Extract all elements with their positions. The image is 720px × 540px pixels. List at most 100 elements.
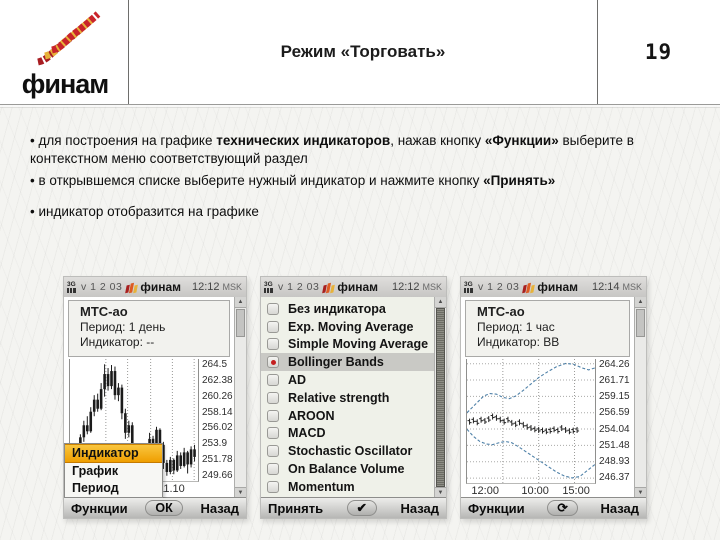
softkey-bar: Функции ⟳ Назад: [461, 497, 646, 518]
list-item[interactable]: Без индикатора: [261, 300, 435, 318]
softkey-back[interactable]: Назад: [200, 501, 239, 516]
list-item[interactable]: Stochastic Oscillator: [261, 442, 435, 460]
softkey-functions[interactable]: Функции: [71, 501, 128, 516]
radio-icon[interactable]: [267, 356, 279, 369]
clock: 12:12: [191, 281, 220, 293]
list-item-label: Exp. Moving Average: [288, 319, 414, 334]
scrollbar[interactable]: ▲ ▼: [234, 297, 246, 498]
softkey-back[interactable]: Назад: [400, 501, 439, 516]
list-item-label: Bollinger Bands: [288, 355, 384, 370]
functions-popup-menu: Индикатор График Период: [64, 443, 163, 498]
menu-item[interactable]: Индикатор: [65, 444, 162, 463]
y-axis-labels: 264.26 261.71 259.15 256.59 254.04 251.48 248.…: [596, 359, 630, 483]
scrollbar[interactable]: ▲ ▼: [434, 297, 446, 498]
list-item[interactable]: Momentum: [261, 478, 435, 496]
y-axis-label: 256.02: [202, 422, 233, 434]
status-bar: 3G v 1 2 03 финам 12:14 MSK: [461, 277, 646, 298]
brand-label: финам: [537, 280, 579, 294]
softkey-refresh-icon[interactable]: ⟳: [547, 500, 578, 516]
list-item-label: Simple Moving Average: [288, 337, 429, 352]
y-axis-label: 249.66: [202, 470, 233, 481]
bullet-list: • для построения на графике технических …: [30, 132, 692, 220]
radio-icon[interactable]: [267, 409, 279, 422]
list-item[interactable]: Relative strength: [261, 389, 435, 407]
chart-plot: [466, 359, 596, 484]
timezone-label: MSK: [222, 282, 242, 292]
instrument-info-panel: МТС-ао Период: 1 час Индикатор: BB: [465, 300, 630, 357]
y-axis-labels: 264.5 262.38 260.26 258.14 256.02 253.9 251.78…: [199, 359, 233, 481]
y-axis-label: 254.04: [599, 423, 630, 435]
list-item[interactable]: On Balance Volume: [261, 460, 435, 478]
radio-icon[interactable]: [267, 391, 279, 404]
timezone-label: MSK: [422, 282, 442, 292]
network-3g-icon: 3G: [67, 281, 78, 293]
radio-icon[interactable]: [267, 445, 279, 458]
scroll-up-icon[interactable]: ▲: [435, 297, 446, 308]
brand-label: финам: [140, 280, 182, 294]
radio-icon[interactable]: [267, 302, 279, 315]
app-version: v 1 2 03: [478, 281, 520, 293]
radio-icon[interactable]: [267, 427, 279, 440]
list-item[interactable]: Simple Moving Average: [261, 336, 435, 354]
bullet-item: • индикатор отобразится на графике: [30, 203, 259, 219]
scrollbar-thumb[interactable]: [636, 309, 645, 337]
clock: 12:14: [591, 281, 620, 293]
softkey-back[interactable]: Назад: [600, 501, 639, 516]
list-item[interactable]: Bollinger Bands: [261, 353, 435, 372]
y-axis-label: 256.59: [599, 407, 630, 419]
scroll-up-icon[interactable]: ▲: [235, 297, 246, 308]
menu-item[interactable]: График: [65, 463, 162, 480]
radio-icon[interactable]: [267, 480, 279, 493]
list-item[interactable]: AD: [261, 371, 435, 389]
x-axis-label: 10:00: [521, 485, 549, 497]
bullet-item: • для построения на графике технических …: [30, 133, 634, 166]
radio-icon[interactable]: [267, 338, 279, 351]
scrollbar-thumb[interactable]: [236, 309, 245, 337]
y-axis-label: 264.5: [202, 359, 228, 370]
y-axis-label: 264.26: [599, 359, 630, 370]
menu-item[interactable]: Период: [65, 480, 162, 497]
finam-mini-logo-icon: [522, 281, 536, 294]
list-item-label: Без индикатора: [288, 301, 386, 316]
softkey-bar: Принять ✔ Назад: [261, 497, 446, 518]
finam-mini-logo-icon: [125, 281, 139, 294]
slide: финам Режим «Торговать» 19 • для построе…: [0, 0, 720, 540]
phone-screenshot-bollinger-chart: 3G v 1 2 03 финам 12:14 MSK МТС-ао Перио…: [460, 276, 647, 519]
radio-icon[interactable]: [267, 320, 279, 333]
list-item-label: On Balance Volume: [288, 462, 405, 477]
page-number: 19: [644, 40, 673, 64]
softkey-functions[interactable]: Функции: [468, 501, 525, 516]
y-axis-label: 251.48: [599, 439, 630, 451]
screen-content: МТС-ао Период: 1 день Индикатор: -- 264.…: [64, 297, 246, 498]
bullet-item: • в открывшемся списке выберите нужный и…: [30, 173, 556, 189]
scrollbar-thumb[interactable]: [436, 308, 445, 487]
finam-logo: финам: [13, 4, 117, 100]
screen-content: МТС-ао Период: 1 час Индикатор: BB 264.2…: [461, 297, 646, 498]
finam-logo-ribbons-icon: [37, 11, 101, 66]
list-item[interactable]: Exp. Moving Average: [261, 318, 435, 336]
period-label: Период: 1 день: [80, 319, 166, 334]
list-item[interactable]: AROON: [261, 407, 435, 425]
y-axis-label: 260.26: [202, 390, 233, 402]
scrollbar[interactable]: ▲ ▼: [634, 297, 646, 498]
clock: 12:12: [391, 281, 420, 293]
finam-logo-text: финам: [21, 69, 110, 99]
instrument-symbol: МТС-ао: [80, 304, 128, 319]
softkey-bar: Функции ОК Назад: [64, 497, 246, 518]
radio-icon[interactable]: [267, 463, 279, 476]
indicator-label: Индикатор: --: [80, 335, 155, 349]
softkey-accept[interactable]: Принять: [268, 501, 323, 516]
list-item-label: AROON: [288, 408, 335, 423]
y-axis-label: 251.78: [202, 454, 233, 466]
list-item-label: Relative strength: [288, 390, 390, 405]
y-axis-label: 259.15: [599, 391, 630, 403]
bollinger-bands-chart: 264.26 261.71 259.15 256.59 254.04 251.48 248.…: [466, 359, 633, 498]
y-axis-label: 258.14: [202, 406, 233, 418]
scroll-up-icon[interactable]: ▲: [635, 297, 646, 308]
list-item[interactable]: MACD: [261, 425, 435, 443]
phone-screenshot-chart-menu: 3G v 1 2 03 финам 12:12 MSK МТС-ао Перио…: [63, 276, 247, 519]
softkey-ok[interactable]: ОК: [145, 500, 183, 516]
timezone-label: MSK: [622, 282, 642, 292]
softkey-confirm-check-icon[interactable]: ✔: [346, 500, 377, 516]
radio-icon[interactable]: [267, 374, 279, 387]
